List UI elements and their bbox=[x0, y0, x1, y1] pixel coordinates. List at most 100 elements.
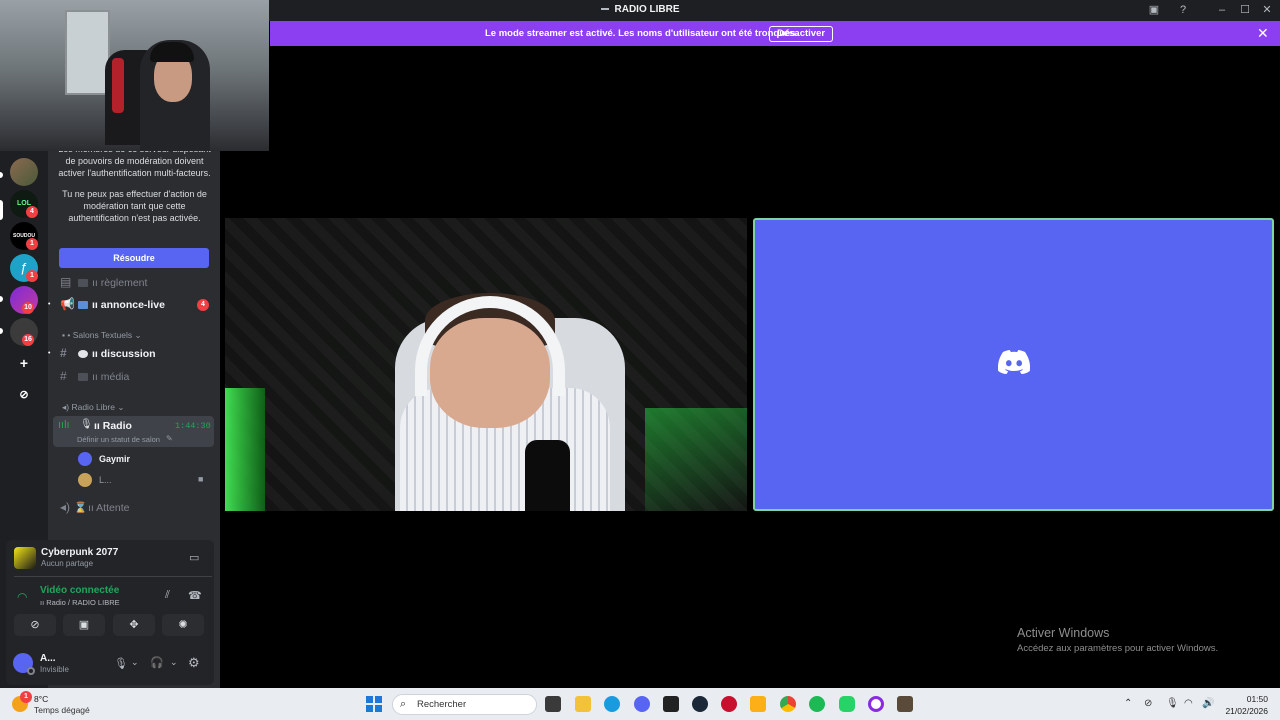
server-badge: 10 bbox=[22, 302, 34, 314]
voice-timer: 1:44:30 bbox=[175, 421, 211, 431]
category-label: • Salons Textuels bbox=[67, 330, 133, 340]
start-button[interactable] bbox=[366, 696, 382, 712]
span bbox=[375, 705, 382, 712]
taskbar-search[interactable]: ⌕ Rechercher bbox=[392, 694, 537, 715]
voice-location[interactable]: ıı Radio / RADIO LIBRE bbox=[40, 598, 120, 607]
app-circle-icon[interactable] bbox=[868, 696, 884, 712]
microphone-icon[interactable]: 🎙 bbox=[114, 657, 128, 670]
hash-icon: # bbox=[60, 369, 67, 383]
clock-time[interactable]: 01:50 bbox=[1228, 694, 1268, 704]
hourglass-icon: ⌛ bbox=[74, 502, 88, 514]
voice-user[interactable]: L... bbox=[99, 475, 112, 485]
edge-icon[interactable] bbox=[604, 696, 620, 712]
chevron-up-icon[interactable]: ⌃ bbox=[1124, 698, 1132, 709]
close-window-button[interactable]: ✕ bbox=[1260, 3, 1274, 17]
steam-icon[interactable] bbox=[692, 696, 708, 712]
game-taskbar-icon[interactable] bbox=[897, 696, 913, 712]
channel-status[interactable]: Définir un statut de salon bbox=[77, 435, 160, 444]
avatar[interactable] bbox=[78, 473, 92, 487]
avatar[interactable] bbox=[78, 452, 92, 466]
voice-user[interactable]: Gaymir bbox=[99, 454, 130, 464]
mic bbox=[525, 440, 570, 511]
voice-activity-icon: ıılı bbox=[58, 419, 70, 431]
selected-pip bbox=[0, 200, 3, 220]
search-icon: ⌕ bbox=[400, 698, 407, 710]
voice-status: Vidéo connectée bbox=[40, 585, 120, 596]
category-label: Radio Libre bbox=[71, 402, 115, 412]
discord-taskbar-icon[interactable] bbox=[634, 696, 650, 712]
channel-attente[interactable]: ◂) ⌛ıı Attente bbox=[60, 498, 215, 516]
emoji-icon bbox=[78, 373, 88, 382]
category-salons-textuels[interactable]: ▪ • Salons Textuels ⌄ bbox=[62, 330, 142, 341]
minimize-button[interactable]: – bbox=[1215, 3, 1229, 17]
video-tile-camera[interactable] bbox=[225, 218, 747, 511]
rockstar-icon[interactable] bbox=[750, 696, 766, 712]
activate-windows-sub: Accédez aux paramètres pour activer Wind… bbox=[1017, 643, 1219, 654]
soundboard-button[interactable]: ✺ bbox=[162, 614, 204, 636]
channel-reglement[interactable]: ▤ ıı règlement bbox=[60, 273, 215, 291]
activate-windows-title: Activer Windows bbox=[1017, 626, 1110, 640]
camera-toggle-button[interactable]: ⊘ bbox=[14, 614, 56, 636]
weather-desc: Temps dégagé bbox=[34, 705, 90, 715]
screen-share-button[interactable]: ▣ bbox=[63, 614, 105, 636]
unread-dot: • bbox=[48, 301, 51, 308]
spotify-icon[interactable] bbox=[809, 696, 825, 712]
task-view-icon[interactable] bbox=[545, 696, 561, 712]
search-placeholder: Rechercher bbox=[417, 699, 467, 710]
resolve-button[interactable]: Résoudre bbox=[59, 248, 209, 268]
clock-date[interactable]: 21/02/2026 bbox=[1218, 706, 1268, 716]
chevron-down-icon[interactable]: ⌄ bbox=[170, 657, 178, 668]
whatsapp-icon[interactable] bbox=[839, 696, 855, 712]
chevron-down-icon[interactable]: ⌄ bbox=[131, 657, 139, 668]
chevron-down-icon: ⌄ bbox=[117, 402, 125, 412]
user-panel bbox=[6, 540, 214, 685]
signal-icon: ◠ bbox=[17, 590, 28, 604]
streamer-mode-banner: Le mode streamer est activé. Les noms d'… bbox=[270, 21, 1280, 46]
user-status: Invisible bbox=[40, 665, 69, 674]
weather-badge: 1 bbox=[20, 691, 32, 703]
announcement-icon: 📢 bbox=[60, 297, 75, 311]
span bbox=[375, 696, 382, 703]
username[interactable]: A... bbox=[40, 653, 56, 664]
emoji-icon bbox=[78, 279, 88, 288]
channel-annonce-live[interactable]: 📢 ıı annonce-live bbox=[60, 295, 215, 313]
channel-media[interactable]: # ıı média bbox=[60, 367, 215, 385]
chrome-icon[interactable] bbox=[780, 696, 796, 712]
disconnect-icon[interactable]: ☎ bbox=[188, 589, 202, 602]
network-icon[interactable]: ⊘ bbox=[1144, 698, 1152, 709]
banner-close-icon[interactable]: ✕ bbox=[1257, 26, 1269, 40]
gear-icon[interactable]: ⚙ bbox=[188, 655, 200, 671]
headphones-icon[interactable]: 🎧 bbox=[150, 656, 164, 669]
activities-button[interactable]: ✥ bbox=[113, 614, 155, 636]
activity-sub: Aucun partage bbox=[41, 559, 94, 568]
channel-label: ıı discussion bbox=[92, 348, 156, 360]
microphone-tray-icon[interactable]: 🎙 bbox=[1166, 698, 1179, 709]
webcam-overlay bbox=[0, 0, 269, 151]
video-tile-avatar[interactable] bbox=[753, 218, 1274, 511]
add-server-icon[interactable]: + bbox=[12, 351, 36, 375]
server-badge: 1 bbox=[26, 238, 38, 250]
explore-icon[interactable]: ⊘ bbox=[12, 383, 36, 407]
banner-message: Le mode streamer est activé. Les noms d'… bbox=[485, 28, 799, 39]
app-red-icon[interactable] bbox=[721, 696, 737, 712]
wifi-icon[interactable]: ◠ bbox=[1184, 698, 1193, 709]
server-badge: 4 bbox=[26, 206, 38, 218]
mic-icon: 🎙 bbox=[80, 419, 93, 430]
server-badge: 16 bbox=[22, 334, 34, 346]
noise-suppression-icon[interactable]: ⫽ bbox=[165, 589, 170, 602]
channel-discussion[interactable]: # ıı discussion bbox=[60, 344, 215, 362]
category-radio-libre[interactable]: ◂) Radio Libre ⌄ bbox=[62, 402, 124, 413]
maximize-button[interactable]: ☐ bbox=[1238, 3, 1252, 17]
epic-games-icon[interactable] bbox=[663, 696, 679, 712]
inbox-icon[interactable]: ▣ bbox=[1147, 3, 1161, 17]
pencil-icon[interactable]: ✎ bbox=[166, 434, 173, 443]
disable-streamer-button[interactable]: Désactiver bbox=[769, 26, 834, 42]
volume-icon[interactable]: 🔊 bbox=[1202, 698, 1214, 709]
help-icon[interactable]: ? bbox=[1176, 3, 1190, 17]
file-explorer-icon[interactable] bbox=[575, 696, 591, 712]
span bbox=[366, 696, 373, 703]
server-icon[interactable] bbox=[10, 158, 38, 186]
mfa-notice: Les membres de ce serveur disposant de p… bbox=[52, 143, 217, 224]
share-screen-icon[interactable]: ▭ bbox=[189, 551, 199, 564]
game-icon bbox=[14, 547, 36, 569]
